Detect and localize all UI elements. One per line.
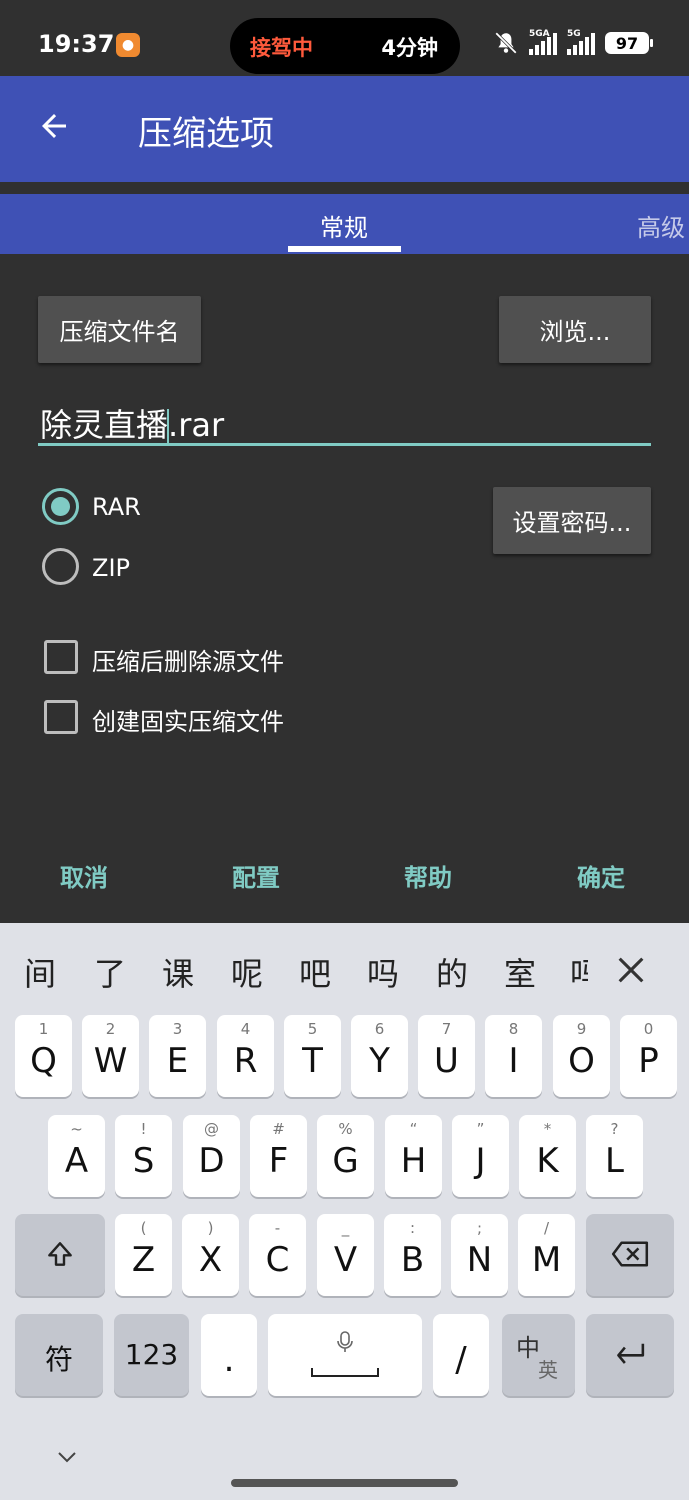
symbols-key[interactable]: 符 <box>15 1314 103 1396</box>
status-icons: 5GA 5G 97 <box>493 29 653 56</box>
key-d[interactable]: @ D <box>183 1115 240 1197</box>
candidate-item[interactable]: 室 <box>504 949 536 995</box>
key-e[interactable]: 3E <box>149 1015 206 1097</box>
key-n[interactable]: ; N <box>451 1214 508 1296</box>
key-o[interactable]: 9O <box>553 1015 610 1097</box>
back-arrow-icon[interactable] <box>36 108 72 144</box>
key-j[interactable]: ” J <box>452 1115 509 1197</box>
home-indicator[interactable] <box>231 1479 458 1487</box>
browse-button[interactable]: 浏览... <box>499 296 651 363</box>
signal-5g-a-icon: 5GA <box>529 29 557 55</box>
status-bar: 19:37 ● 接驾中 4分钟 5GA 5G 97 <box>0 0 689 76</box>
radio-rar[interactable] <box>42 488 79 525</box>
tab-indicator <box>288 246 401 252</box>
soft-keyboard: 间了课呢吧吗的室吗 1 Q 2 W 3 E 4 R 5 T 6 Y 7 U 8 I 9 O 0 P ~ A! S @ D # F% G… <box>0 923 689 1500</box>
set-password-button[interactable]: 设置密码... <box>493 487 651 554</box>
radio-zip[interactable] <box>42 548 79 585</box>
shift-key[interactable] <box>15 1214 105 1296</box>
shift-icon <box>48 1242 72 1266</box>
island-status: 接驾中 <box>250 36 313 60</box>
app-bar: 压缩选项 <box>0 76 689 182</box>
space-bar-icon <box>311 1368 379 1377</box>
key-b[interactable]: :B <box>384 1214 441 1296</box>
key-g[interactable]: % G <box>317 1115 374 1197</box>
signal-5g-icon: 5G <box>567 29 595 55</box>
key-t[interactable]: 5T <box>284 1015 341 1097</box>
solid-archive-label[interactable]: 创建固实压缩文件 <box>92 702 284 737</box>
key-i[interactable]: 8I <box>485 1015 542 1097</box>
space-key[interactable] <box>268 1314 422 1396</box>
filename-value: 除灵直播.rar <box>40 406 225 445</box>
bell-muted-icon <box>495 32 517 54</box>
key-p[interactable]: 0P <box>620 1015 677 1097</box>
candidate-item[interactable]: 呢 <box>231 949 263 995</box>
numbers-key[interactable]: 123 <box>114 1314 189 1396</box>
candidate-item[interactable]: 了 <box>94 949 126 995</box>
cancel-button[interactable]: 取消 <box>60 858 108 893</box>
tab-general[interactable]: 常规 <box>320 208 368 243</box>
archive-name-button[interactable]: 压缩文件名 <box>38 296 201 363</box>
profiles-button[interactable]: 配置 <box>232 858 280 893</box>
candidate-item[interactable]: 吗 <box>367 949 399 995</box>
key-u[interactable]: 7U <box>418 1015 475 1097</box>
key-k[interactable]: * K <box>519 1115 576 1197</box>
app-notification-icon: ● <box>116 33 140 57</box>
battery-icon: 97 <box>605 32 653 54</box>
enter-icon <box>617 1343 645 1364</box>
delete-after-checkbox[interactable] <box>44 640 78 674</box>
tab-advanced[interactable]: 高级 <box>637 208 685 243</box>
tab-bar: 常规 高级 <box>0 194 689 254</box>
key-r[interactable]: 4R <box>217 1015 274 1097</box>
help-button[interactable]: 帮助 <box>404 858 452 893</box>
radio-zip-label[interactable]: ZIP <box>92 554 130 582</box>
slash-key[interactable]: / <box>433 1314 489 1396</box>
candidate-item[interactable]: 吧 <box>299 949 331 995</box>
key-a[interactable]: ~ A <box>48 1115 105 1197</box>
key-h[interactable]: “H <box>385 1115 442 1197</box>
status-time: 19:37 <box>38 30 115 58</box>
island-eta: 4分钟 <box>381 36 438 60</box>
key-f[interactable]: # F <box>250 1115 307 1197</box>
key-s[interactable]: ! S <box>115 1115 172 1197</box>
key-l[interactable]: ? L <box>586 1115 643 1197</box>
hide-keyboard-icon[interactable] <box>56 1449 78 1465</box>
dynamic-island[interactable]: 接驾中 4分钟 <box>230 18 460 74</box>
candidate-item[interactable]: 课 <box>162 949 194 995</box>
delete-after-label[interactable]: 压缩后删除源文件 <box>92 642 284 677</box>
period-key[interactable]: . <box>201 1314 257 1396</box>
microphone-icon <box>337 1331 353 1352</box>
backspace-key[interactable] <box>586 1214 674 1296</box>
language-switch-key[interactable]: 中 英 <box>502 1314 575 1396</box>
key-v[interactable]: _ V <box>317 1214 374 1296</box>
radio-rar-label[interactable]: RAR <box>92 493 141 521</box>
page-title: 压缩选项 <box>138 114 274 154</box>
key-q[interactable]: 1Q <box>15 1015 72 1097</box>
backspace-icon <box>611 1241 649 1267</box>
key-w[interactable]: 2W <box>82 1015 139 1097</box>
key-x[interactable]: ) X <box>182 1214 239 1296</box>
filename-input[interactable]: 除灵直播.rar <box>38 392 651 446</box>
candidate-item[interactable]: 间 <box>24 949 56 995</box>
candidate-item[interactable]: 的 <box>436 949 468 995</box>
key-z[interactable]: (Z <box>115 1214 172 1296</box>
enter-key[interactable] <box>586 1314 674 1396</box>
close-candidates-icon[interactable] <box>614 953 648 987</box>
candidate-item[interactable]: 吗 <box>570 949 588 995</box>
ok-button[interactable]: 确定 <box>577 858 625 893</box>
key-c[interactable]: -C <box>249 1214 306 1296</box>
solid-archive-checkbox[interactable] <box>44 700 78 734</box>
key-y[interactable]: 6Y <box>351 1015 408 1097</box>
key-m[interactable]: / M <box>518 1214 575 1296</box>
